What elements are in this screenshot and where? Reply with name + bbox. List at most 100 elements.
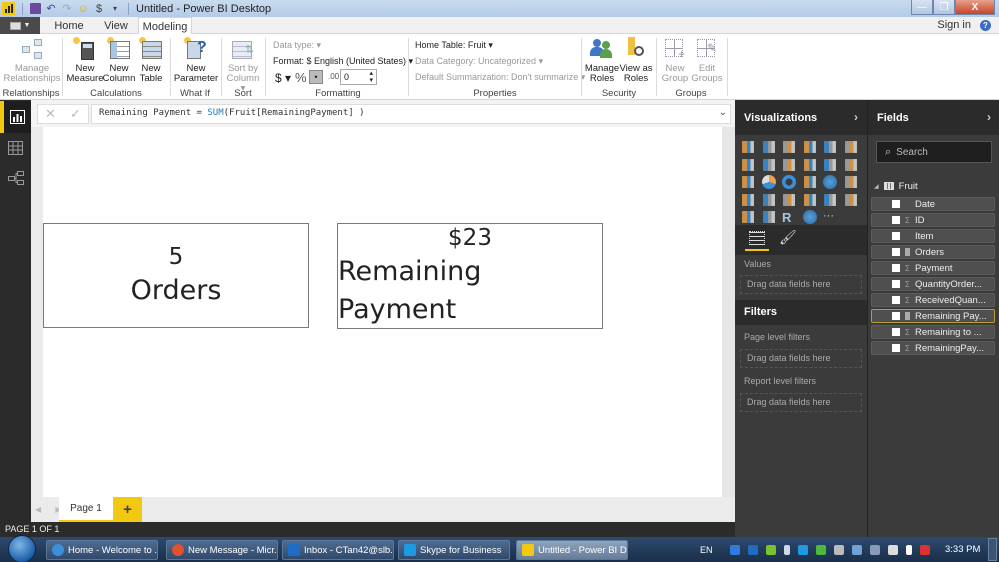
formula-input[interactable]: Remaining Payment = SUM(Fruit[RemainingP… <box>91 104 731 124</box>
currency-icon[interactable]: $ <box>93 3 105 15</box>
sort-by-column-button[interactable]: ⇅ Sort by Column ▾ <box>224 37 262 94</box>
stacked-column-icon[interactable] <box>762 141 775 153</box>
manage-relationships-button[interactable]: Manage Relationships <box>3 37 61 84</box>
commit-formula-button[interactable]: ✓ <box>70 106 81 122</box>
checkbox[interactable] <box>892 200 900 208</box>
more-icon[interactable]: ··· <box>823 210 837 224</box>
line-column-icon[interactable] <box>803 158 816 171</box>
tab-view[interactable]: View <box>96 17 136 34</box>
fields-search-input[interactable]: ⌕ Search <box>876 141 992 163</box>
file-menu-button[interactable]: ▼ <box>0 17 40 34</box>
multirow-card-icon[interactable] <box>803 193 816 206</box>
stacked-bar-icon[interactable] <box>742 141 754 153</box>
new-parameter-button[interactable]: ? New Parameter <box>174 37 218 84</box>
start-button[interactable] <box>8 535 36 562</box>
pie-icon[interactable] <box>761 175 776 189</box>
donut-icon[interactable] <box>782 175 796 189</box>
printer-icon[interactable] <box>833 544 844 555</box>
home-table-dropdown[interactable]: Home Table: Fruit ▾ <box>415 40 493 51</box>
new-group-button[interactable]: + New Group <box>660 37 690 84</box>
new-measure-button[interactable]: New Measure <box>66 37 104 84</box>
network-app-icon[interactable] <box>851 544 862 555</box>
report-filters-drop-zone[interactable]: Drag data fields here <box>740 393 862 412</box>
bluetooth-icon[interactable] <box>783 544 790 555</box>
checkbox[interactable] <box>892 248 900 256</box>
data-view-button[interactable] <box>0 132 31 164</box>
checkmark-app-icon[interactable] <box>729 544 740 555</box>
expand-formula-icon[interactable]: ⌄ <box>719 107 727 118</box>
format-paint-roller-icon[interactable]: 🖌 <box>779 229 797 246</box>
field-item[interactable]: Σ ID <box>871 213 995 227</box>
data-type-dropdown[interactable]: Data type: ▾ <box>273 40 321 51</box>
field-item[interactable]: Σ QuantityOrder... <box>871 277 995 291</box>
minimize-button[interactable]: — <box>911 0 933 15</box>
new-column-button[interactable]: New Column <box>102 37 136 84</box>
display-icon[interactable] <box>869 544 880 555</box>
clustered-column-icon[interactable] <box>803 141 816 153</box>
page-filters-drop-zone[interactable]: Drag data fields here <box>740 349 862 368</box>
field-item[interactable]: Item <box>871 229 995 243</box>
close-button[interactable]: X <box>955 0 995 15</box>
field-item[interactable]: Date <box>871 197 995 211</box>
r-visual-icon[interactable]: R <box>782 210 796 225</box>
line-chart-icon[interactable] <box>742 158 754 171</box>
edit-groups-button[interactable]: ✎ Edit Groups <box>690 37 724 84</box>
decimal-places-input[interactable]: 0 ▴ ▾ <box>340 69 377 85</box>
taskbar-item[interactable]: Skype for Business <box>398 540 510 560</box>
taskbar-item[interactable]: Inbox - CTan42@slb.... <box>282 540 394 560</box>
power-icon[interactable] <box>887 544 898 555</box>
collapse-chevron-icon[interactable]: › <box>854 110 858 124</box>
comma-style-button[interactable]: • <box>309 70 323 84</box>
matrix-icon[interactable] <box>762 211 775 223</box>
scatter-icon[interactable] <box>742 176 754 188</box>
volume-muted-icon[interactable] <box>919 544 930 555</box>
field-item[interactable]: Orders <box>871 245 995 259</box>
funnel-icon[interactable] <box>742 193 754 206</box>
undo-icon[interactable]: ↶ <box>45 3 57 15</box>
card-icon[interactable] <box>783 193 795 206</box>
checkbox[interactable] <box>892 344 900 352</box>
field-item[interactable]: Σ ReceivedQuan... <box>871 293 995 307</box>
currency-format-button[interactable]: $ ▾ <box>275 71 291 85</box>
checkbox[interactable] <box>892 264 900 272</box>
checkbox[interactable] <box>892 216 900 224</box>
smiley-feedback-icon[interactable]: ☺ <box>77 3 89 15</box>
values-drop-zone[interactable]: Drag data fields here <box>740 275 862 294</box>
stacked-area-icon[interactable] <box>783 158 795 171</box>
clock[interactable]: 3:33 PM <box>945 544 980 555</box>
100-column-icon[interactable] <box>844 141 857 153</box>
taskbar-item[interactable]: Home - Welcome to ... <box>46 540 158 560</box>
signal-icon[interactable] <box>905 544 912 555</box>
format-dropdown[interactable]: Format: $ English (United States) ▾ <box>273 56 413 67</box>
slicer-icon[interactable] <box>844 193 857 206</box>
filled-map-icon[interactable] <box>844 176 857 188</box>
field-item[interactable]: Σ RemainingPay... <box>871 341 995 355</box>
save-icon[interactable] <box>30 3 41 14</box>
tab-home[interactable]: Home <box>48 17 90 34</box>
skype-tray-icon[interactable] <box>797 544 808 555</box>
clustered-bar-icon[interactable] <box>783 141 795 153</box>
line-clustered-column-icon[interactable] <box>824 158 836 171</box>
taskbar-item[interactable]: Untitled - Power BI D... <box>516 540 628 560</box>
add-page-button[interactable]: + <box>113 497 142 522</box>
relationships-view-button[interactable] <box>0 162 31 194</box>
globe-icon[interactable] <box>802 210 817 224</box>
new-table-button[interactable]: New Table <box>136 37 166 84</box>
maximize-button[interactable]: ❐ <box>933 0 955 15</box>
cancel-formula-button[interactable]: ✕ <box>45 106 56 122</box>
map-icon[interactable] <box>823 175 837 189</box>
spinner-icon[interactable]: ▴ ▾ <box>369 70 373 84</box>
tab-modeling[interactable]: Modeling <box>138 17 192 35</box>
field-item[interactable]: Σ Remaining to ... <box>871 325 995 339</box>
gauge-icon[interactable] <box>762 193 775 206</box>
100-bar-icon[interactable] <box>824 141 836 153</box>
checkbox[interactable] <box>892 280 900 288</box>
default-summarization-dropdown[interactable]: Default Summarization: Don't summarize ▾ <box>415 72 585 83</box>
kpi-icon[interactable] <box>824 193 836 206</box>
field-item[interactable]: Remaining Pay... <box>871 309 995 323</box>
fields-tab-icon[interactable] <box>749 231 765 245</box>
show-desktop-button[interactable] <box>988 538 997 561</box>
green-app-icon[interactable] <box>815 544 826 555</box>
data-category-dropdown[interactable]: Data Category: Uncategorized ▾ <box>415 56 543 67</box>
report-view-button[interactable] <box>0 101 31 133</box>
